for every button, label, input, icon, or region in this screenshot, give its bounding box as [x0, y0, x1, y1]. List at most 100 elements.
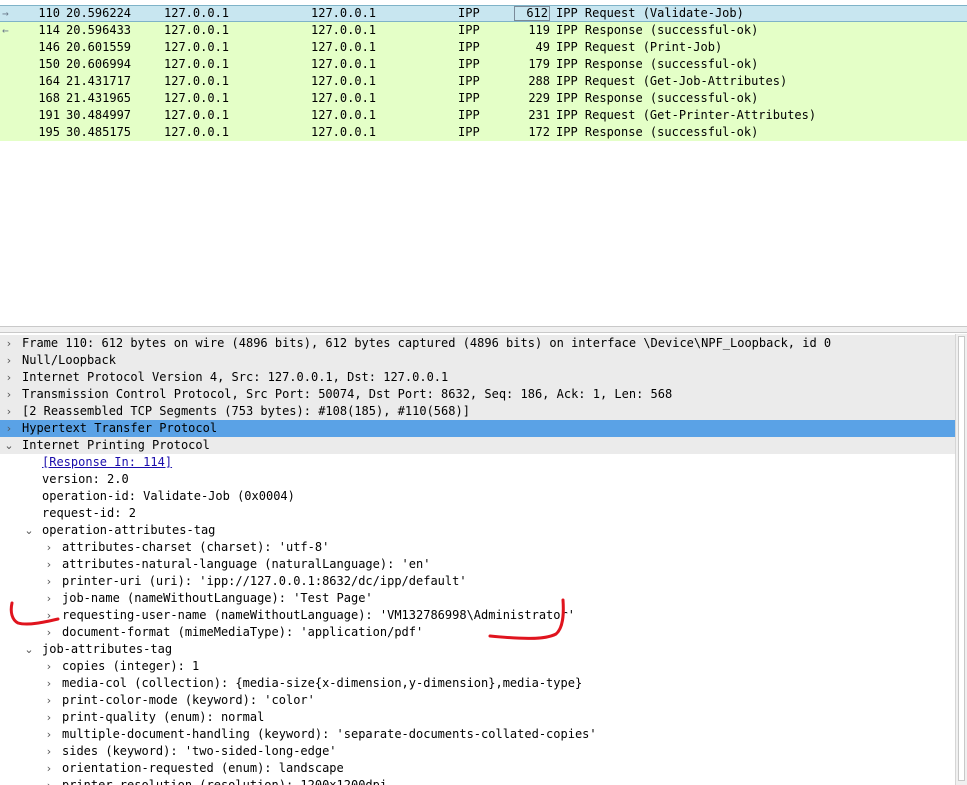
pane-splitter[interactable]	[0, 326, 967, 333]
packet-length: 229	[514, 90, 550, 107]
packet-protocol: IPP	[458, 39, 480, 56]
packet-number: 168	[24, 90, 60, 107]
packet-time: 21.431717	[66, 73, 131, 90]
detail-tree-item[interactable]: › sides (keyword): 'two-sided-long-edge'	[0, 743, 955, 760]
detail-text: version: 2.0	[42, 471, 129, 488]
expand-chevron-icon[interactable]: ›	[43, 777, 55, 785]
detail-text: Frame 110: 612 bytes on wire (4896 bits)…	[22, 335, 831, 352]
detail-tree-item[interactable]: ›Transmission Control Protocol, Src Port…	[0, 386, 955, 403]
detail-tree-item[interactable]: ⌄ Internet Printing Protocol	[0, 437, 955, 454]
packet-number: 114	[24, 22, 60, 39]
detail-tree-item[interactable]: ⌄operation-attributes-tag	[0, 522, 955, 539]
packet-time: 20.601559	[66, 39, 131, 56]
packet-info: IPP Request (Get-Job-Attributes)	[556, 73, 787, 90]
collapse-chevron-icon[interactable]: ⌄	[3, 437, 15, 454]
detail-tree-item[interactable]: ›Hypertext Transfer Protocol	[0, 420, 955, 437]
detail-tree-item[interactable]: › requesting-user-name (nameWithoutLangua…	[0, 607, 955, 624]
detail-tree-item[interactable]: ›Internet Protocol Version 4, Src: 127.0…	[0, 369, 955, 386]
collapse-chevron-icon[interactable]: ⌄	[23, 522, 35, 539]
packet-length: 119	[514, 22, 550, 39]
expand-chevron-icon[interactable]: ›	[43, 556, 55, 573]
packet-protocol: IPP	[458, 90, 480, 107]
detail-tree-item[interactable]: [Response In: 114]	[0, 454, 955, 471]
packet-number: 150	[24, 56, 60, 73]
packet-info: IPP Request (Get-Printer-Attributes)	[556, 107, 816, 124]
expand-chevron-icon[interactable]: ›	[3, 369, 15, 386]
detail-tree-item[interactable]: ›orientation-requested (enum): landscape	[0, 760, 955, 777]
detail-tree-item[interactable]: ›document-format (mimeMediaType): 'appli…	[0, 624, 955, 641]
detail-tree-item[interactable]: ›media-col (collection): {media-size{x-d…	[0, 675, 955, 692]
packet-row[interactable]: 15020.606994127.0.0.1127.0.0.1IPP179IPP …	[0, 56, 967, 73]
detail-tree-item[interactable]: ›copies (integer): 1	[0, 658, 955, 675]
detail-text: requesting-user-name (nameWithoutLanguag…	[62, 607, 575, 624]
packet-time: 30.485175	[66, 124, 131, 141]
expand-chevron-icon[interactable]: ›	[43, 709, 55, 726]
packet-row[interactable]: 16421.431717127.0.0.1127.0.0.1IPP288IPP …	[0, 73, 967, 90]
detail-tree-item[interactable]: › printer-uri (uri): 'ipp://127.0.0.1:863…	[0, 573, 955, 590]
packet-number: 164	[24, 73, 60, 90]
expand-chevron-icon[interactable]: ›	[43, 726, 55, 743]
packet-destination: 127.0.0.1	[311, 90, 376, 107]
detail-tree-item[interactable]: ›attributes-charset (charset): 'utf-8'	[0, 539, 955, 556]
expand-chevron-icon[interactable]: ›	[43, 692, 55, 709]
related-packet-icon: ←	[2, 22, 18, 39]
packet-row[interactable]: 16821.431965127.0.0.1127.0.0.1IPP229IPP …	[0, 90, 967, 107]
detail-tree-item[interactable]: › printer-resolution (resolution): 1200x1…	[0, 777, 955, 785]
expand-chevron-icon[interactable]: ›	[3, 352, 15, 369]
detail-tree-item[interactable]: ›job-name (nameWithoutLanguage): 'Test P…	[0, 590, 955, 607]
detail-tree-item[interactable]: ›[2 Reassembled TCP Segments (753 bytes)…	[0, 403, 955, 420]
scrollbar-thumb[interactable]	[958, 336, 965, 781]
expand-chevron-icon[interactable]: ›	[3, 403, 15, 420]
expand-chevron-icon[interactable]: ›	[3, 386, 15, 403]
details-scrollbar[interactable]	[955, 334, 967, 785]
packet-row[interactable]: 19530.485175127.0.0.1127.0.0.1IPP172IPP …	[0, 124, 967, 141]
detail-tree-item[interactable]: operation-id: Validate-Job (0x0004)	[0, 488, 955, 505]
expand-chevron-icon[interactable]: ›	[3, 420, 15, 437]
packet-destination: 127.0.0.1	[311, 39, 376, 56]
packet-row[interactable]: 14620.601559127.0.0.1127.0.0.1IPP49IPP R…	[0, 39, 967, 56]
expand-chevron-icon[interactable]: ›	[43, 760, 55, 777]
expand-chevron-icon[interactable]: ›	[43, 658, 55, 675]
packet-time: 30.484997	[66, 107, 131, 124]
packet-source: 127.0.0.1	[164, 73, 229, 90]
response-in-link[interactable]: [Response In: 114]	[42, 454, 172, 471]
packet-source: 127.0.0.1	[164, 56, 229, 73]
detail-text: printer-resolution (resolution): 1200x12…	[62, 777, 387, 785]
expand-chevron-icon[interactable]: ›	[3, 335, 15, 352]
packet-number: 195	[24, 124, 60, 141]
detail-text: sides (keyword): 'two-sided-long-edge'	[62, 743, 337, 760]
detail-tree-item[interactable]: › print-color-mode (keyword): 'color'	[0, 692, 955, 709]
expand-chevron-icon[interactable]: ›	[43, 675, 55, 692]
expand-chevron-icon[interactable]: ›	[43, 539, 55, 556]
packet-row[interactable]: 19130.484997127.0.0.1127.0.0.1IPP231IPP …	[0, 107, 967, 124]
packet-source: 127.0.0.1	[164, 6, 229, 21]
packet-destination: 127.0.0.1	[311, 6, 376, 21]
packet-row[interactable]: ←11420.596433127.0.0.1127.0.0.1IPP119IPP…	[0, 22, 967, 39]
detail-text: print-color-mode (keyword): 'color'	[62, 692, 315, 709]
expand-chevron-icon[interactable]: ›	[43, 573, 55, 590]
detail-tree-item[interactable]: version: 2.0	[0, 471, 955, 488]
detail-text: print-quality (enum): normal	[62, 709, 264, 726]
packet-protocol: IPP	[458, 107, 480, 124]
packet-time: 21.431965	[66, 90, 131, 107]
detail-tree-item[interactable]: › print-quality (enum): normal	[0, 709, 955, 726]
related-packet-icon: →	[2, 6, 18, 21]
detail-tree-item[interactable]: ›Null/Loopback	[0, 352, 955, 369]
packet-source: 127.0.0.1	[164, 90, 229, 107]
detail-tree-item[interactable]: ⌄job-attributes-tag	[0, 641, 955, 658]
detail-text: printer-uri (uri): 'ipp://127.0.0.1:8632…	[62, 573, 467, 590]
detail-tree-item[interactable]: ›multiple-document-handling (keyword): '…	[0, 726, 955, 743]
expand-chevron-icon[interactable]: ›	[43, 590, 55, 607]
packet-destination: 127.0.0.1	[311, 124, 376, 141]
collapse-chevron-icon[interactable]: ⌄	[23, 641, 35, 658]
expand-chevron-icon[interactable]: ›	[43, 624, 55, 641]
expand-chevron-icon[interactable]: ›	[43, 743, 55, 760]
packet-row[interactable]: →11020.596224127.0.0.1127.0.0.1IPP612IPP…	[0, 5, 967, 22]
detail-tree-item[interactable]: request-id: 2	[0, 505, 955, 522]
detail-text: request-id: 2	[42, 505, 136, 522]
detail-tree-item[interactable]: › Frame 110: 612 bytes on wire (4896 bits…	[0, 335, 955, 352]
packet-info: IPP Request (Print-Job)	[556, 39, 722, 56]
expand-chevron-icon[interactable]: ›	[43, 607, 55, 624]
detail-text: Internet Printing Protocol	[22, 437, 210, 454]
detail-tree-item[interactable]: ›attributes-natural-language (naturalLan…	[0, 556, 955, 573]
